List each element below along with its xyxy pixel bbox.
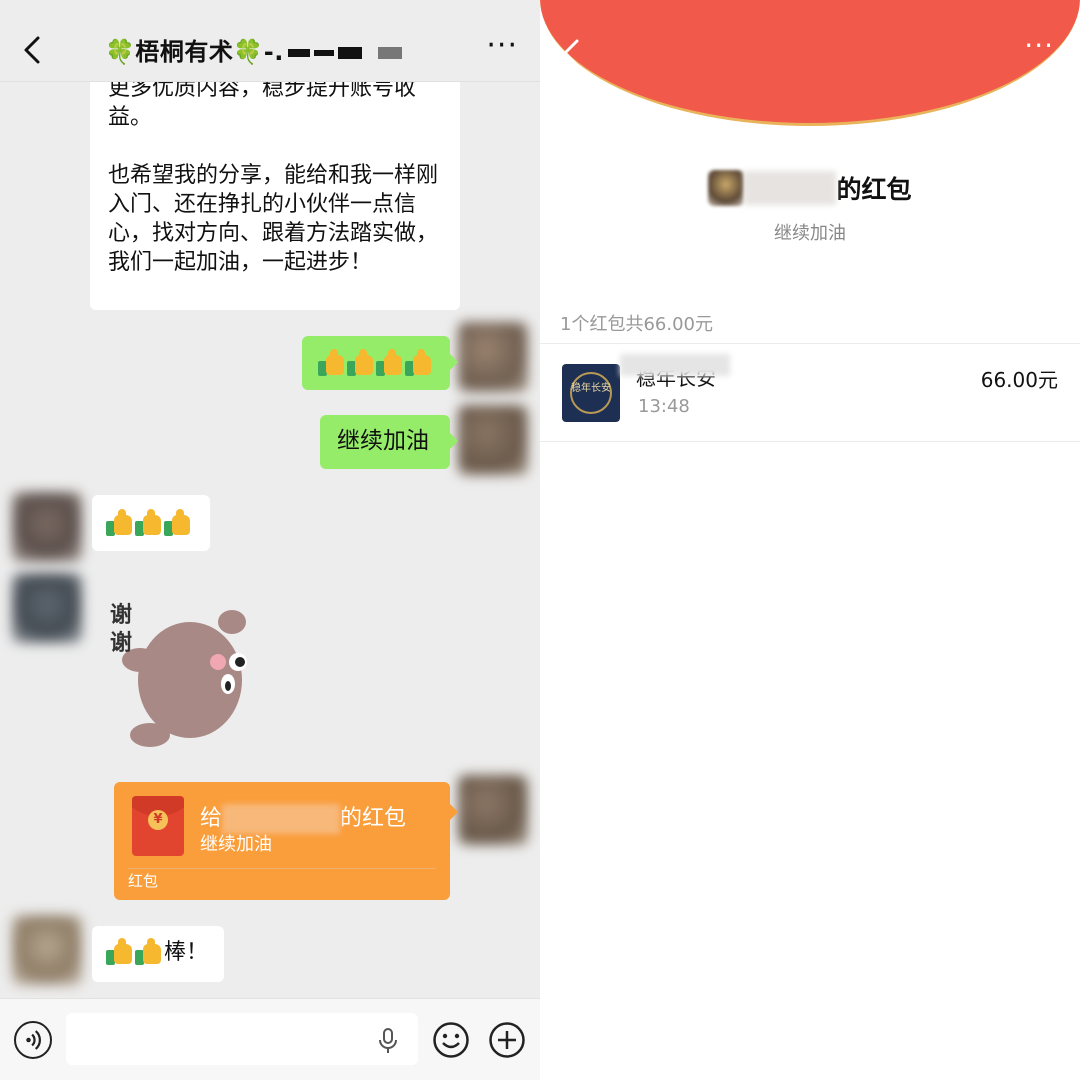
mic-icon[interactable] xyxy=(376,1027,400,1055)
thumbs-up-icon xyxy=(106,938,132,966)
more-options-icon[interactable]: ··· xyxy=(1024,32,1054,60)
redacted-name xyxy=(744,171,837,205)
avatar[interactable] xyxy=(458,775,528,845)
chat-message-bang: 棒！ xyxy=(92,926,224,982)
thumbs-up-icon xyxy=(347,349,373,377)
avatar[interactable] xyxy=(12,573,82,643)
red-packet-message[interactable]: ¥ 给的红包 继续加油 红包 xyxy=(114,782,458,900)
red-packet-icon: ¥ xyxy=(132,796,184,856)
plus-icon[interactable] xyxy=(488,1021,526,1059)
emoji-icon[interactable] xyxy=(432,1021,470,1059)
thumbs-up-icon xyxy=(106,509,132,537)
red-packet-summary: 1个红包共66.00元 xyxy=(560,314,713,335)
recipient-amount: 66.00元 xyxy=(980,368,1058,392)
chat-message-thumbs xyxy=(302,336,458,390)
thumbs-up-icon xyxy=(376,349,402,377)
thumbs-up-icon xyxy=(164,509,190,537)
message-input[interactable] xyxy=(66,1013,418,1065)
back-arrow-icon[interactable] xyxy=(560,36,582,70)
red-packet-wish: 继续加油 xyxy=(774,223,846,244)
red-packet-detail-panel: ··· 的红包 继续加油 1个红包共66.00元 稳年长安 稳年长安 13:48… xyxy=(540,0,1080,1080)
redacted-name xyxy=(620,354,730,376)
chat-message-continue: 继续加油 xyxy=(320,415,458,469)
thumbs-up-icon xyxy=(318,349,344,377)
chat-message-long: 更多优质内容，稳步提升账号收益。 也希望我的分享，能给和我一样刚入门、还在挣扎的… xyxy=(90,60,460,310)
thumbs-up-icon xyxy=(405,349,431,377)
sticker-text: 谢谢 xyxy=(110,603,133,656)
thumbs-up-icon xyxy=(135,938,161,966)
red-packet-header xyxy=(540,0,1080,126)
red-packet-label: 红包 xyxy=(128,872,159,890)
avatar[interactable] xyxy=(458,322,528,392)
more-options-icon[interactable]: ··· xyxy=(486,31,518,61)
recipient-avatar: 稳年长安 xyxy=(562,364,620,422)
chat-title: 🍀梧桐有术🍀-. xyxy=(105,32,402,67)
avatar[interactable] xyxy=(458,405,528,475)
input-bar xyxy=(0,998,540,1080)
avatar[interactable] xyxy=(12,492,82,562)
red-packet-owner-title: 的红包 xyxy=(836,175,912,204)
recipient-list-item[interactable]: 稳年长安 稳年长安 13:48 66.00元 xyxy=(540,344,1080,442)
sender-row: 的红包 xyxy=(540,170,1080,206)
divider xyxy=(128,868,436,869)
redacted-text xyxy=(287,49,310,57)
red-packet-wish: 继续加油 xyxy=(200,834,272,855)
chat-message-thumbs xyxy=(92,495,210,551)
thumbs-up-icon xyxy=(135,509,161,537)
avatar xyxy=(708,170,745,206)
chat-panel: 更多优质内容，稳步提升账号收益。 也希望我的分享，能给和我一样刚入门、还在挣扎的… xyxy=(0,0,540,1080)
red-packet-title: 给的红包 xyxy=(200,800,406,834)
recipient-time: 13:48 xyxy=(638,396,690,417)
back-arrow-icon[interactable] xyxy=(18,30,44,70)
chat-header: 🍀梧桐有术🍀-. ··· xyxy=(0,0,540,82)
avatar[interactable] xyxy=(12,915,82,985)
voice-icon[interactable] xyxy=(14,1021,52,1059)
